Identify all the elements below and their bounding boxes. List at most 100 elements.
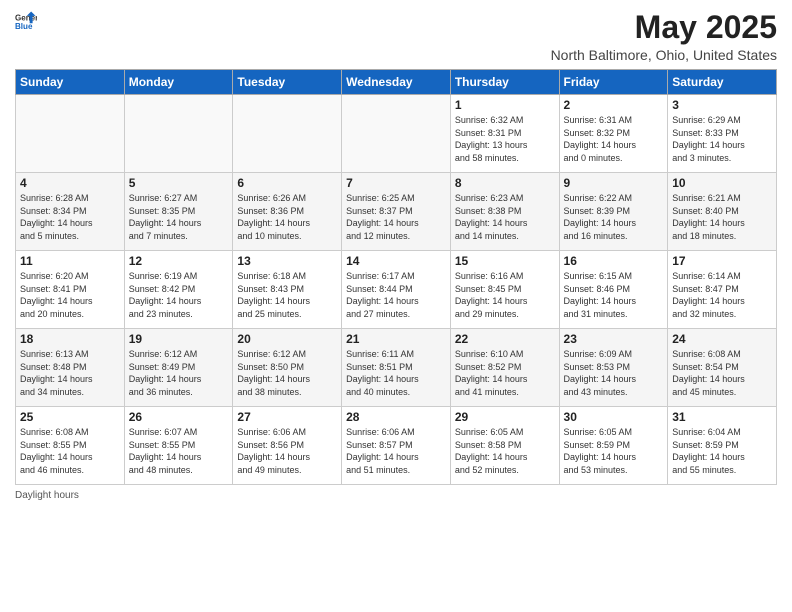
calendar-cell: 14 Sunrise: 6:17 AM Sunset: 8:44 PM Dayli… [342, 251, 451, 329]
day-number: 1 [455, 98, 555, 112]
calendar-cell: 25 Sunrise: 6:08 AM Sunset: 8:55 PM Dayli… [16, 407, 125, 485]
calendar-cell: 5 Sunrise: 6:27 AM Sunset: 8:35 PM Daylig… [124, 173, 233, 251]
day-info: Sunrise: 6:12 AM Sunset: 8:50 PM Dayligh… [237, 348, 337, 398]
day-number: 31 [672, 410, 772, 424]
calendar-cell: 18Sunrise: 6:13 AM Sunset: 8:48 PM Dayli… [16, 329, 125, 407]
day-number: 14 [346, 254, 446, 268]
day-number: 13 [237, 254, 337, 268]
calendar-cell: 31 Sunrise: 6:04 AM Sunset: 8:59 PM Dayli… [668, 407, 777, 485]
day-info: Sunrise: 6:17 AM Sunset: 8:44 PM Dayligh… [346, 270, 446, 320]
day-number: 22 [455, 332, 555, 346]
calendar-cell: 22 Sunrise: 6:10 AM Sunset: 8:52 PM Dayli… [450, 329, 559, 407]
day-info: Sunrise: 6:27 AM Sunset: 8:35 PM Dayligh… [129, 192, 229, 242]
calendar-cell: 30 Sunrise: 6:05 AM Sunset: 8:59 PM Dayli… [559, 407, 668, 485]
col-header-tuesday: Tuesday [233, 70, 342, 95]
col-header-sunday: Sunday [16, 70, 125, 95]
calendar-cell: 29 Sunrise: 6:05 AM Sunset: 8:58 PM Dayli… [450, 407, 559, 485]
calendar-cell: 15 Sunrise: 6:16 AM Sunset: 8:45 PM Dayli… [450, 251, 559, 329]
calendar-cell: 26Sunrise: 6:07 AM Sunset: 8:55 PM Dayli… [124, 407, 233, 485]
day-info: Sunrise: 6:06 AM Sunset: 8:56 PM Dayligh… [237, 426, 337, 476]
day-number: 28 [346, 410, 446, 424]
day-number: 8 [455, 176, 555, 190]
day-info: Sunrise: 6:19 AM Sunset: 8:42 PM Dayligh… [129, 270, 229, 320]
day-number: 15 [455, 254, 555, 268]
calendar-cell [342, 95, 451, 173]
day-number: 21 [346, 332, 446, 346]
day-number: 3 [672, 98, 772, 112]
calendar-cell: 28 Sunrise: 6:06 AM Sunset: 8:57 PM Dayli… [342, 407, 451, 485]
day-info: Sunrise: 6:32 AM Sunset: 8:31 PM Dayligh… [455, 114, 555, 164]
day-info: Sunrise: 6:23 AM Sunset: 8:38 PM Dayligh… [455, 192, 555, 242]
day-info: Sunrise: 6:04 AM Sunset: 8:59 PM Dayligh… [672, 426, 772, 476]
col-header-monday: Monday [124, 70, 233, 95]
header: General Blue May 2025 North Baltimore, O… [15, 10, 777, 63]
day-info: Sunrise: 6:14 AM Sunset: 8:47 PM Dayligh… [672, 270, 772, 320]
svg-text:Blue: Blue [15, 22, 33, 31]
day-info: Sunrise: 6:05 AM Sunset: 8:59 PM Dayligh… [564, 426, 664, 476]
day-info: Sunrise: 6:13 AM Sunset: 8:48 PM Dayligh… [20, 348, 120, 398]
day-number: 30 [564, 410, 664, 424]
day-number: 7 [346, 176, 446, 190]
week-row-4: 18Sunrise: 6:13 AM Sunset: 8:48 PM Dayli… [16, 329, 777, 407]
calendar-cell: 11 Sunrise: 6:20 AM Sunset: 8:41 PM Dayli… [16, 251, 125, 329]
day-number: 20 [237, 332, 337, 346]
calendar-cell: 9 Sunrise: 6:22 AM Sunset: 8:39 PM Daylig… [559, 173, 668, 251]
day-info: Sunrise: 6:26 AM Sunset: 8:36 PM Dayligh… [237, 192, 337, 242]
col-header-saturday: Saturday [668, 70, 777, 95]
day-info: Sunrise: 6:07 AM Sunset: 8:55 PM Dayligh… [129, 426, 229, 476]
day-number: 2 [564, 98, 664, 112]
week-row-3: 11 Sunrise: 6:20 AM Sunset: 8:41 PM Dayli… [16, 251, 777, 329]
day-info: Sunrise: 6:28 AM Sunset: 8:34 PM Dayligh… [20, 192, 120, 242]
day-info: Sunrise: 6:29 AM Sunset: 8:33 PM Dayligh… [672, 114, 772, 164]
title-block: May 2025 North Baltimore, Ohio, United S… [551, 10, 777, 63]
day-number: 4 [20, 176, 120, 190]
calendar-table: SundayMondayTuesdayWednesdayThursdayFrid… [15, 69, 777, 485]
day-info: Sunrise: 6:06 AM Sunset: 8:57 PM Dayligh… [346, 426, 446, 476]
day-info: Sunrise: 6:22 AM Sunset: 8:39 PM Dayligh… [564, 192, 664, 242]
day-info: Sunrise: 6:09 AM Sunset: 8:53 PM Dayligh… [564, 348, 664, 398]
calendar-cell: 10Sunrise: 6:21 AM Sunset: 8:40 PM Dayli… [668, 173, 777, 251]
calendar-cell: 4 Sunrise: 6:28 AM Sunset: 8:34 PM Daylig… [16, 173, 125, 251]
calendar-cell: 17 Sunrise: 6:14 AM Sunset: 8:47 PM Dayli… [668, 251, 777, 329]
logo-icon: General Blue [15, 10, 37, 32]
day-info: Sunrise: 6:11 AM Sunset: 8:51 PM Dayligh… [346, 348, 446, 398]
day-info: Sunrise: 6:10 AM Sunset: 8:52 PM Dayligh… [455, 348, 555, 398]
day-number: 5 [129, 176, 229, 190]
calendar-cell: 8 Sunrise: 6:23 AM Sunset: 8:38 PM Daylig… [450, 173, 559, 251]
calendar-cell: 7 Sunrise: 6:25 AM Sunset: 8:37 PM Daylig… [342, 173, 451, 251]
subtitle: North Baltimore, Ohio, United States [551, 47, 777, 63]
calendar-cell: 13 Sunrise: 6:18 AM Sunset: 8:43 PM Dayli… [233, 251, 342, 329]
calendar-cell: 21 Sunrise: 6:11 AM Sunset: 8:51 PM Dayli… [342, 329, 451, 407]
day-info: Sunrise: 6:21 AM Sunset: 8:40 PM Dayligh… [672, 192, 772, 242]
day-info: Sunrise: 6:08 AM Sunset: 8:55 PM Dayligh… [20, 426, 120, 476]
day-number: 9 [564, 176, 664, 190]
day-info: Sunrise: 6:16 AM Sunset: 8:45 PM Dayligh… [455, 270, 555, 320]
day-info: Sunrise: 6:12 AM Sunset: 8:49 PM Dayligh… [129, 348, 229, 398]
day-number: 25 [20, 410, 120, 424]
day-number: 12 [129, 254, 229, 268]
day-number: 6 [237, 176, 337, 190]
day-info: Sunrise: 6:15 AM Sunset: 8:46 PM Dayligh… [564, 270, 664, 320]
week-row-1: 1 Sunrise: 6:32 AM Sunset: 8:31 PM Daylig… [16, 95, 777, 173]
calendar-cell: 19Sunrise: 6:12 AM Sunset: 8:49 PM Dayli… [124, 329, 233, 407]
day-number: 27 [237, 410, 337, 424]
week-row-5: 25 Sunrise: 6:08 AM Sunset: 8:55 PM Dayli… [16, 407, 777, 485]
calendar-cell: 20 Sunrise: 6:12 AM Sunset: 8:50 PM Dayli… [233, 329, 342, 407]
col-header-friday: Friday [559, 70, 668, 95]
col-header-wednesday: Wednesday [342, 70, 451, 95]
day-info: Sunrise: 6:05 AM Sunset: 8:58 PM Dayligh… [455, 426, 555, 476]
day-number: 29 [455, 410, 555, 424]
footer: Daylight hours [15, 490, 777, 501]
day-number: 23 [564, 332, 664, 346]
calendar-cell [16, 95, 125, 173]
day-info: Sunrise: 6:25 AM Sunset: 8:37 PM Dayligh… [346, 192, 446, 242]
calendar-cell: 24Sunrise: 6:08 AM Sunset: 8:54 PM Dayli… [668, 329, 777, 407]
week-row-2: 4 Sunrise: 6:28 AM Sunset: 8:34 PM Daylig… [16, 173, 777, 251]
calendar-cell: 23 Sunrise: 6:09 AM Sunset: 8:53 PM Dayli… [559, 329, 668, 407]
day-info: Sunrise: 6:20 AM Sunset: 8:41 PM Dayligh… [20, 270, 120, 320]
calendar-cell [124, 95, 233, 173]
main-title: May 2025 [551, 10, 777, 45]
day-number: 17 [672, 254, 772, 268]
day-number: 11 [20, 254, 120, 268]
day-info: Sunrise: 6:18 AM Sunset: 8:43 PM Dayligh… [237, 270, 337, 320]
